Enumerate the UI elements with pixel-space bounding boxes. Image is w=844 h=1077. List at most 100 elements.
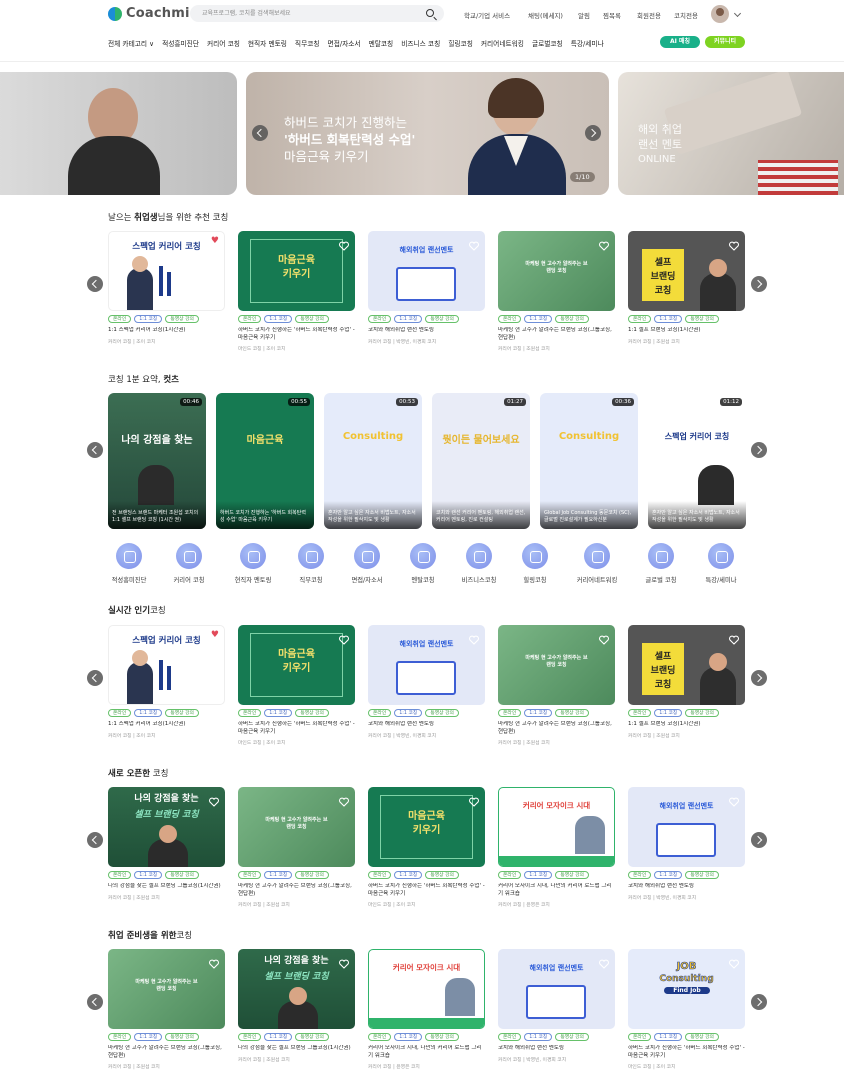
heart-icon[interactable]	[209, 792, 219, 807]
course-title[interactable]: 코치와 해외취업 랜선 멘토링	[628, 883, 745, 891]
category-item[interactable]: 직무코칭	[281, 543, 341, 584]
heart-icon[interactable]	[599, 630, 609, 645]
link-school-business[interactable]: 학교/기업 서비스	[464, 10, 510, 20]
heart-icon[interactable]	[729, 236, 739, 251]
course-thumbnail[interactable]: 스펙업 커리어 코칭 ♥	[108, 625, 225, 705]
course-title[interactable]: 마케팅 현 고수가 알려주는 브랜딩 코칭(그룹코칭, 현답편)	[498, 327, 615, 342]
avatar[interactable]	[711, 5, 729, 23]
course-title[interactable]: 하버드 코치가 진행하는 '하버드 회복탄력성 수업' - 마음근육 키우기	[238, 327, 355, 342]
heart-icon[interactable]	[339, 236, 349, 251]
course-card[interactable]: 해외취업 랜선멘토 온라인 1:1 코칭 동영상 강의 코치와 해외취업 랜선 멘토링 커…	[368, 231, 485, 345]
carousel-prev-button[interactable]	[87, 276, 103, 292]
category-item[interactable]: 면접/자소서	[337, 543, 397, 584]
nav-global[interactable]: 글로벌코칭	[532, 38, 563, 48]
course-card[interactable]: 해외취업 랜선멘토 온라인 1:1 코칭 동영상 강의 코치와 해외취업 랜선 멘토링 커…	[628, 787, 745, 901]
course-title[interactable]: 나의 강점을 찾는 셀프 브랜딩 그룹코칭(1시간권)	[108, 883, 225, 891]
community-button[interactable]: 커뮤니티	[705, 36, 745, 48]
course-title[interactable]: 1:1 스펙업 커리어 코칭(1시간권)	[108, 327, 225, 335]
heart-icon[interactable]	[729, 792, 739, 807]
nav-healing[interactable]: 힐링코칭	[448, 38, 473, 48]
category-item[interactable]: 커리어 코칭	[159, 543, 219, 584]
nav-all-categories[interactable]: 전체 카테고리 ∨	[108, 38, 154, 48]
course-thumbnail[interactable]: 해외취업 랜선멘토	[368, 231, 485, 311]
course-title[interactable]: 하버드 코치가 진행하는 '하버드 회복탄력성 수업' - 마음근육 키우기	[368, 883, 485, 898]
course-thumbnail[interactable]: 마음근육 키우기	[368, 787, 485, 867]
heart-icon[interactable]	[469, 236, 479, 251]
course-title[interactable]: 1:1 셀프 브랜딩 코칭(1시간권)	[628, 327, 745, 335]
course-card[interactable]: 마케팅 현 고수가 알려주는 브랜딩 코칭 온라인 1:1 코칭 동영상 강의 마케팅 …	[238, 787, 355, 908]
category-item[interactable]: 커리어네트워킹	[567, 543, 627, 584]
course-title[interactable]: 1:1 스펙업 커리어 코칭(1시간권)	[108, 721, 225, 729]
carousel-next-button[interactable]	[751, 670, 767, 686]
nav-seminar[interactable]: 특강/세미나	[571, 38, 604, 48]
link-coach[interactable]: 코치전용	[674, 10, 698, 20]
course-title[interactable]: 커리어 모자이크 시대, 나만의 커리어 로드맵 그리기 워크숍	[368, 1045, 485, 1060]
course-card[interactable]: 나의 강점을 찾는 셀프 브랜딩 코칭 온라인 1:1 코칭 동영상 강의 나의 강점을 …	[238, 949, 355, 1063]
course-card[interactable]: 스펙업 커리어 코칭 ♥ 온라인 1:1 코칭 동영상 강의 1:1 스펙업 커리어 코칭…	[108, 625, 225, 739]
heart-icon[interactable]	[339, 954, 349, 969]
heart-icon[interactable]	[339, 630, 349, 645]
course-thumbnail[interactable]: 나의 강점을 찾는 셀프 브랜딩 코칭	[108, 787, 225, 867]
course-thumbnail[interactable]: 해외취업 랜선멘토	[498, 949, 615, 1029]
category-item[interactable]: 멘탈코칭	[393, 543, 453, 584]
banner-next-button[interactable]	[585, 125, 601, 141]
shorts-prev-button[interactable]	[87, 442, 103, 458]
course-card[interactable]: 커리어 모자이크 시대 온라인 1:1 코칭 동영상 강의 커리어 모자이크 시대, 나…	[368, 949, 485, 1070]
course-title[interactable]: 마케팅 현 고수가 알려주는 브랜딩 코칭(그룹코칭, 현답편)	[108, 1045, 225, 1060]
carousel-prev-button[interactable]	[87, 994, 103, 1010]
course-title[interactable]: 마케팅 현 고수가 알려주는 브랜딩 코칭(그룹코칭, 현답편)	[238, 883, 355, 898]
banner-main[interactable]: 하버드 코치가 진행하는 '하버드 회복탄력성 수업' 마음근육 키우기 1/1…	[246, 72, 609, 195]
chevron-down-icon[interactable]	[733, 9, 742, 18]
heart-icon[interactable]	[469, 792, 479, 807]
carousel-prev-button[interactable]	[87, 670, 103, 686]
nav-interview[interactable]: 면접/자소서	[328, 38, 361, 48]
heart-icon[interactable]	[468, 955, 478, 970]
course-card[interactable]: 커리어 모자이크 시대 온라인 1:1 코칭 동영상 강의 커리어 모자이크 시대, 나…	[498, 787, 615, 908]
category-item[interactable]: 힐링코칭	[505, 543, 565, 584]
nav-career[interactable]: 커리어 코칭	[207, 38, 240, 48]
link-notification[interactable]: 알림	[578, 10, 590, 20]
short-video[interactable]: 뭣이든 물어보세요 01:27 코치와 랜선 커리어 멘토링, 해외취업 랜선, 커…	[432, 393, 530, 529]
course-thumbnail[interactable]: 커리어 모자이크 시대	[368, 949, 485, 1029]
heart-icon[interactable]	[599, 236, 609, 251]
short-video[interactable]: 나의 강점을 찾는 00:46 전 브랜딩스 브랜드 마케터 조원섭 코치의 1:1…	[108, 393, 206, 529]
shorts-next-button[interactable]	[751, 442, 767, 458]
course-thumbnail[interactable]: 해외취업 랜선멘토	[368, 625, 485, 705]
carousel-next-button[interactable]	[751, 994, 767, 1010]
course-title[interactable]: 코치와 해외취업 랜선 멘토링	[368, 721, 485, 729]
course-card[interactable]: 마음근육 키우기 온라인 1:1 코칭 동영상 강의 하버드 코치가 진행하는 '하버드 …	[368, 787, 485, 908]
course-card[interactable]: 마음근육 키우기 온라인 1:1 코칭 동영상 강의 하버드 코치가 진행하는 '하버드 …	[238, 231, 355, 352]
search-input[interactable]: 교육프로그램, 코치를 검색해보세요	[190, 5, 444, 22]
course-title[interactable]: 1:1 셀프 브랜딩 코칭(1시간권)	[628, 721, 745, 729]
heart-icon[interactable]	[209, 954, 219, 969]
course-title[interactable]: 코치와 해외취업 랜선 멘토링	[368, 327, 485, 335]
short-video[interactable]: Consulting 00:53 혼자만 알고 싶은 자소서 비법노트, 자소서 작…	[324, 393, 422, 529]
heart-icon[interactable]	[729, 630, 739, 645]
course-thumbnail[interactable]: 셀프 브랜딩 코칭	[628, 231, 745, 311]
course-thumbnail[interactable]: 해외취업 랜선멘토	[628, 787, 745, 867]
course-title[interactable]: 커리어 모자이크 시대, 나만의 커리어 로드맵 그리기 워크숍	[498, 883, 615, 898]
course-card[interactable]: 스펙업 커리어 코칭 ♥ 온라인 1:1 코칭 동영상 강의 1:1 스펙업 커리어 코칭…	[108, 231, 225, 345]
logo[interactable]: Coachmi	[108, 6, 190, 21]
course-title[interactable]: 마케팅 현 고수가 알려주는 브랜딩 코칭(그룹코칭, 현답편)	[498, 721, 615, 736]
heart-icon[interactable]	[598, 793, 608, 808]
heart-icon[interactable]	[729, 954, 739, 969]
category-item[interactable]: 특강/세미나	[691, 543, 751, 584]
short-video[interactable]: 스펙업 커리어 코칭 01:12 혼자만 알고 싶은 자소서 비법노트, 자소서 작…	[648, 393, 746, 529]
course-title[interactable]: 나의 강점을 찾는 셀프 브랜딩 그룹코칭(1시간권)	[238, 1045, 355, 1053]
heart-icon[interactable]	[339, 792, 349, 807]
course-card[interactable]: 셀프 브랜딩 코칭 온라인 1:1 코칭 동영상 강의 1:1 셀프 브랜딩 코칭(1시간권…	[628, 231, 745, 345]
carousel-next-button[interactable]	[751, 276, 767, 292]
nav-networking[interactable]: 커리어네트워킹	[481, 38, 524, 48]
carousel-prev-button[interactable]	[87, 832, 103, 848]
course-thumbnail[interactable]: 나의 강점을 찾는 셀프 브랜딩 코칭	[238, 949, 355, 1029]
course-thumbnail[interactable]: JOB Consulting Find Job	[628, 949, 745, 1029]
nav-business[interactable]: 비즈니스 코칭	[401, 38, 440, 48]
course-card[interactable]: JOB Consulting Find Job 온라인 1:1 코칭 동영상 강의 하버드 …	[628, 949, 745, 1070]
course-thumbnail[interactable]: 마케팅 현 고수가 알려주는 브랜딩 코칭	[238, 787, 355, 867]
banner-right[interactable]: 해외 취업 랜선 멘토 ONLINE	[618, 72, 844, 195]
category-item[interactable]: 글로벌 코칭	[631, 543, 691, 584]
heart-icon[interactable]	[469, 630, 479, 645]
course-card[interactable]: 해외취업 랜선멘토 온라인 1:1 코칭 동영상 강의 코치와 해외취업 랜선 멘토링 커…	[498, 949, 615, 1063]
search-icon[interactable]	[426, 9, 434, 17]
